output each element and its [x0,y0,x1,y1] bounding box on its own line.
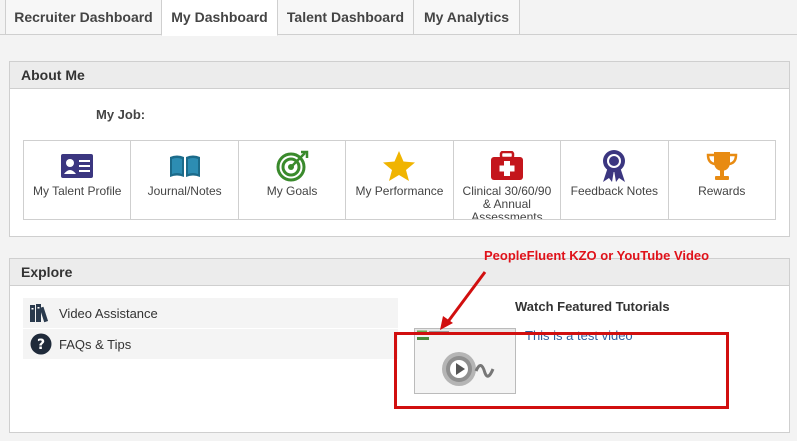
tile-my-talent-profile[interactable]: My Talent Profile [24,141,132,219]
first-aid-kit-icon [454,149,560,183]
tile-label: Rewards [698,184,746,198]
books-icon [26,298,56,329]
tutorials-title: Watch Featured Tutorials [515,299,670,314]
explore-item-label: Video Assistance [59,305,158,321]
explore-list: Video Assistance ? FAQs & Tips [23,298,398,360]
dashboard-tabs: Recruiter Dashboard My Dashboard Talent … [0,0,797,36]
open-book-icon [131,149,237,183]
tile-my-performance[interactable]: My Performance [346,141,454,219]
about-tiles: My Talent Profile Journal/Notes My Goals… [23,140,776,220]
about-me-panel: About Me My Job: My Talent Profile Journ… [9,61,790,237]
explore-header: Explore [10,259,789,286]
tile-label: Feedback Notes [570,184,659,198]
tile-my-goals[interactable]: My Goals [239,141,347,219]
tile-label: My Performance [355,184,444,198]
tile-clinical-assessments[interactable]: Clinical 30/60/90 & Annual Assessments [454,141,562,220]
annotation-text: PeopleFluent KZO or YouTube Video [484,248,710,263]
tile-label: My Goals [266,184,318,198]
explore-item-faqs-tips[interactable]: ? FAQs & Tips [23,329,398,360]
tile-label: My Talent Profile [32,184,122,198]
trophy-icon [669,149,775,183]
explore-item-video-assistance[interactable]: Video Assistance [23,298,398,329]
video-highlight-box [394,332,729,409]
tab-recruiter-dashboard[interactable]: Recruiter Dashboard [5,0,162,35]
target-icon [239,149,345,183]
explore-item-label: FAQs & Tips [59,336,132,352]
tile-feedback-notes[interactable]: Feedback Notes [561,141,669,219]
tile-rewards[interactable]: Rewards [669,141,775,219]
tab-my-dashboard[interactable]: My Dashboard [161,0,278,36]
svg-text:?: ? [37,337,45,353]
tab-talent-dashboard[interactable]: Talent Dashboard [277,0,414,35]
id-card-icon [24,149,130,183]
ribbon-badge-icon [561,149,667,183]
my-job-label: My Job: [96,107,146,122]
question-circle-icon: ? [26,329,56,360]
about-me-header: About Me [10,62,789,89]
star-icon [346,149,452,183]
tile-label: Journal/Notes [147,184,222,198]
tile-journal-notes[interactable]: Journal/Notes [131,141,239,219]
tile-label: Clinical 30/60/90 & Annual Assessments [462,184,552,220]
tab-my-analytics[interactable]: My Analytics [413,0,520,35]
